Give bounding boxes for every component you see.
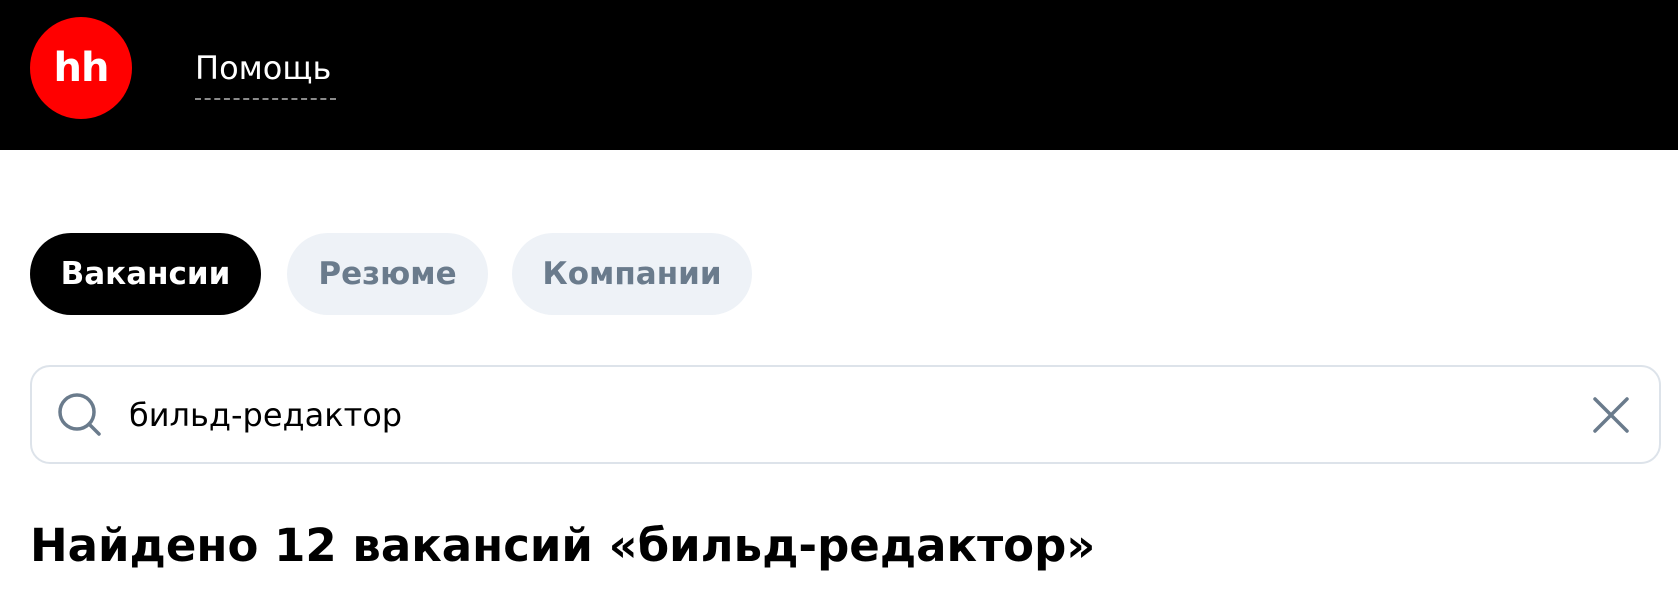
logo-text: hh xyxy=(53,45,110,91)
tab-label: Вакансии xyxy=(60,256,231,292)
tab-label: Резюме xyxy=(318,256,457,292)
search-box xyxy=(30,365,1661,464)
hh-logo[interactable]: hh xyxy=(30,17,132,119)
tab-resume[interactable]: Резюме xyxy=(287,233,488,315)
help-link[interactable]: Помощь xyxy=(195,48,331,88)
tab-vacancies[interactable]: Вакансии xyxy=(30,233,261,315)
tab-companies[interactable]: Компании xyxy=(512,233,752,315)
search-input[interactable] xyxy=(129,392,1529,438)
top-header: hh Помощь xyxy=(0,0,1678,150)
search-icon[interactable] xyxy=(56,391,106,441)
results-title: Найдено 12 вакансий «бильд-редактор» xyxy=(30,519,1096,572)
close-icon[interactable] xyxy=(1591,395,1631,435)
tab-label: Компании xyxy=(542,256,722,292)
help-link-underline xyxy=(195,98,336,100)
